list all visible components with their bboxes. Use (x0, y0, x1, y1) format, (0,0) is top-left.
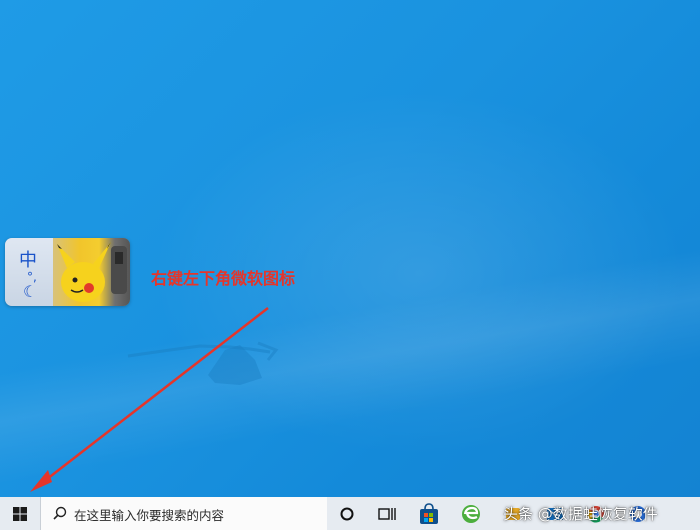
store-button[interactable] (411, 497, 447, 530)
store-icon (420, 502, 438, 524)
ime-toolbar[interactable]: 中 °, ☾ (5, 238, 130, 306)
pikachu-icon (57, 242, 127, 302)
start-button[interactable] (0, 497, 40, 530)
task-view-icon (378, 507, 396, 520)
edge-icon (462, 504, 480, 523)
search-icon (53, 506, 67, 520)
cortana-button[interactable] (329, 497, 365, 530)
edge-button[interactable] (453, 497, 489, 530)
windows-logo-icon (13, 506, 27, 521)
search-input[interactable]: 在这里输入你要搜索的内容 (40, 497, 327, 530)
ime-mode-label[interactable]: 中 (19, 246, 37, 272)
moon-icon[interactable]: ☾ (23, 284, 37, 300)
watermark-text: 头条 @数据蛙恢复软件 (503, 505, 658, 523)
task-view-button[interactable] (369, 497, 405, 530)
taskbar: 在这里输入你要搜索的内容 头条 @数据蛙恢复软件 (0, 497, 700, 530)
search-placeholder: 在这里输入你要搜索的内容 (74, 508, 225, 523)
cortana-icon (340, 507, 354, 520)
ime-status-panel[interactable]: 中 °, ☾ (5, 238, 53, 306)
annotation-text: 右键左下角微软图标 (151, 269, 296, 288)
ime-skin-image (53, 238, 130, 306)
